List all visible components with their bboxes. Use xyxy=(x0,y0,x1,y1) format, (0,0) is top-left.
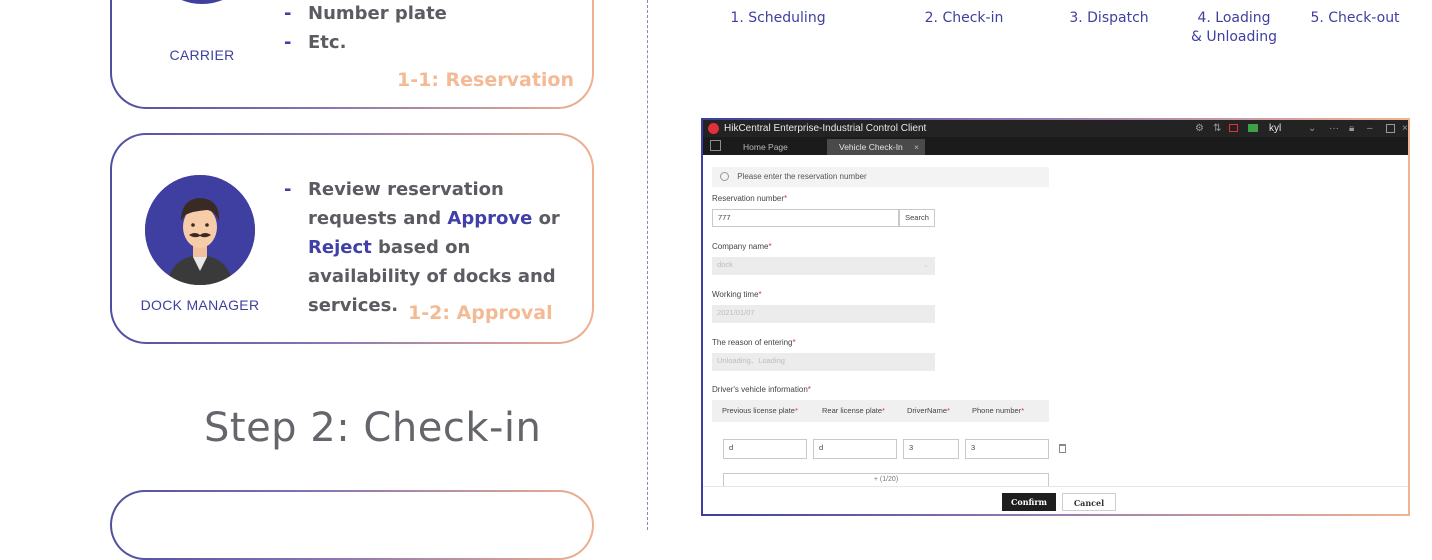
bullet-number-plate: Number plate xyxy=(284,0,447,28)
tab-close-icon[interactable]: × xyxy=(914,139,919,155)
chevron-down-icon: ⌄ xyxy=(922,260,929,269)
reservation-number-label: Reservation number* xyxy=(712,194,788,203)
close-icon[interactable]: × xyxy=(1402,120,1408,137)
col-phone-number: Phone number* xyxy=(972,406,1025,415)
bullet-text-part2: or xyxy=(532,208,560,229)
carrier-role-label: CARRIER xyxy=(169,47,235,63)
alarm-icon[interactable] xyxy=(1229,124,1238,132)
cancel-button[interactable]: Cancel xyxy=(1062,493,1116,511)
step-loading-line1: 4. Loading xyxy=(1197,10,1271,26)
reason-label-text: The reason of entering xyxy=(712,338,793,347)
app-tabbar: Home Page Vehicle Check-In × xyxy=(703,137,1408,155)
phone-number-input[interactable]: 3 xyxy=(965,439,1049,459)
approve-highlight: Approve xyxy=(447,208,533,229)
reject-highlight: Reject xyxy=(308,237,372,258)
rear-plate-input[interactable]: d xyxy=(813,439,897,459)
tab-home-page-label: Home Page xyxy=(743,142,788,152)
timeline-step-dispatch: 3. Dispatch xyxy=(1069,10,1149,26)
carrier-card: CARRIER Number plate Etc. 1-1: Reservati… xyxy=(110,0,594,109)
vehicle-info-label: Driver's vehicle information* xyxy=(712,385,811,394)
company-name-select: dock ⌄ xyxy=(712,257,935,275)
working-time-label-text: Working time xyxy=(712,290,759,299)
form-footer: Confirm Cancel xyxy=(703,486,1408,514)
carrier-bullets: Number plate Etc. xyxy=(284,0,447,57)
chevron-down-icon[interactable]: ⌄ xyxy=(1308,120,1316,137)
app-window-title: HikCentral Enterprise-Industrial Control… xyxy=(724,123,927,134)
col-phone-number-text: Phone number xyxy=(972,406,1022,415)
add-row-label: + (1/20) xyxy=(873,476,899,483)
minimize-icon[interactable]: – xyxy=(1367,120,1373,137)
tab-vehicle-check-in[interactable]: Vehicle Check-In × xyxy=(827,139,925,155)
reason-label: The reason of entering* xyxy=(712,338,796,347)
reason-field: Unloading、Loading xyxy=(712,353,935,371)
reservation-number-input[interactable]: 777 xyxy=(712,209,899,227)
sort-icon[interactable]: ⇅ xyxy=(1213,120,1221,137)
bullet-review-reservations: Review reservation requests and Approve … xyxy=(284,175,574,320)
delete-icon[interactable] xyxy=(1059,444,1066,453)
timeline-step-loading: 4. Loading & Unloading xyxy=(1180,9,1288,47)
vehicle-info-label-text: Driver's vehicle information xyxy=(712,385,808,394)
monitor-icon[interactable] xyxy=(1248,124,1258,132)
tab-home-page[interactable]: Home Page xyxy=(731,139,823,155)
col-rear-plate-text: Rear license plate xyxy=(822,406,883,415)
col-driver-name-text: DriverName xyxy=(907,406,948,415)
company-name-label: Company name* xyxy=(712,242,772,251)
working-time-field: 2021/01/07 xyxy=(712,305,935,323)
dock-manager-bullets: Review reservation requests and Approve … xyxy=(284,175,574,320)
maximize-icon[interactable] xyxy=(1386,124,1395,133)
check-in-card xyxy=(110,490,594,560)
carrier-avatar xyxy=(147,0,257,4)
col-previous-plate-text: Previous license plate xyxy=(722,406,795,415)
grid-menu-icon[interactable] xyxy=(710,140,721,151)
lock-icon[interactable]: 🔒︎ xyxy=(1349,120,1354,137)
approval-tag: 1-2: Approval xyxy=(408,302,553,324)
company-name-value: dock xyxy=(717,260,733,269)
hint-banner: Please enter the reservation number xyxy=(712,167,1049,187)
info-icon xyxy=(720,172,729,182)
bullet-etc: Etc. xyxy=(284,28,447,57)
tab-vehicle-check-in-label: Vehicle Check-In xyxy=(839,142,903,152)
more-icon[interactable]: ··· xyxy=(1329,120,1339,137)
timeline-step-check-out: 5. Check-out xyxy=(1310,10,1400,26)
dock-manager-role-label: DOCK MANAGER xyxy=(140,297,260,313)
user-name[interactable]: kyl xyxy=(1269,120,1281,137)
col-driver-name: DriverName* xyxy=(907,406,950,415)
previous-plate-input[interactable]: d xyxy=(723,439,807,459)
settings-icon[interactable]: ⚙ xyxy=(1195,120,1204,137)
working-time-label: Working time* xyxy=(712,290,762,299)
driver-name-input[interactable]: 3 xyxy=(903,439,959,459)
app-screenshot: HikCentral Enterprise-Industrial Control… xyxy=(701,118,1410,516)
dock-manager-card: DOCK MANAGER Review reservation requests… xyxy=(110,133,594,344)
reservation-tag: 1-1: Reservation xyxy=(397,69,575,91)
timeline-step-check-in: 2. Check-in xyxy=(924,10,1004,26)
timeline-step-scheduling: 1. Scheduling xyxy=(730,10,826,26)
confirm-button[interactable]: Confirm xyxy=(1002,493,1056,511)
vehicle-table-header: Previous license plate* Rear license pla… xyxy=(712,400,1049,422)
col-rear-plate: Rear license plate* xyxy=(822,406,885,415)
search-button[interactable]: Search xyxy=(899,209,935,227)
reservation-number-label-text: Reservation number xyxy=(712,194,785,203)
app-logo-icon xyxy=(708,123,719,134)
step-2-title: Step 2: Check-in xyxy=(204,405,542,451)
dock-manager-avatar xyxy=(145,175,255,285)
section-divider xyxy=(647,0,648,530)
vehicle-check-in-form: Please enter the reservation number Rese… xyxy=(703,155,1408,487)
company-name-label-text: Company name xyxy=(712,242,769,251)
app-titlebar: HikCentral Enterprise-Industrial Control… xyxy=(703,120,1408,137)
step-loading-line2: & Unloading xyxy=(1190,29,1278,45)
add-row-button[interactable]: + (1/20) xyxy=(723,473,1049,487)
hint-text: Please enter the reservation number xyxy=(737,172,867,181)
col-previous-plate: Previous license plate* xyxy=(722,406,798,415)
